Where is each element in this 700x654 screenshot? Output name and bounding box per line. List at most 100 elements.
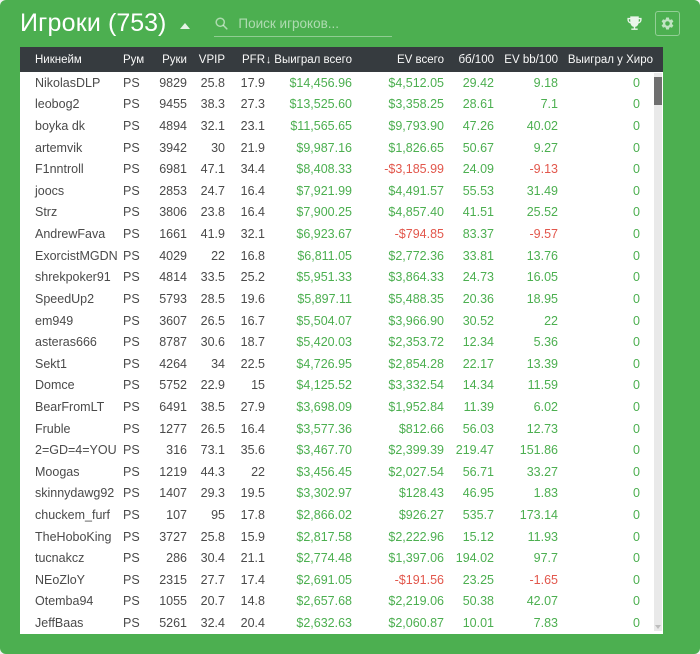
- cell-won_total: $7,900.25: [296, 205, 352, 220]
- table-row[interactable]: JeffBaas PS 5261 32.4 20.4 $2,632.63 $2,060.87…: [20, 612, 663, 634]
- scrollbar-thumb[interactable]: [654, 77, 662, 105]
- cell-vpip: 24.7: [200, 183, 225, 198]
- cell-vpip: 27.7: [200, 572, 225, 587]
- cell-hands: 9455: [159, 97, 187, 112]
- table-row[interactable]: joocs PS 2853 24.7 16.4 $7,921.99 $4,491.57 55.…: [20, 180, 663, 202]
- table-row[interactable]: BearFromLT PS 6491 38.5 27.9 $3,698.09 $1,952.…: [20, 396, 663, 418]
- cell-bb100: 47.26: [462, 119, 494, 134]
- cell-vpip: 95: [211, 507, 225, 522]
- table-row[interactable]: Otemba94 PS 1055 20.7 14.8 $2,657.68 $2,219.06…: [20, 591, 663, 613]
- cell-ev_total: $3,966.90: [388, 313, 444, 328]
- cell-ev_bb100: -1.65: [529, 572, 559, 587]
- cell-won_total: $3,577.36: [296, 421, 352, 436]
- table-row[interactable]: Fruble PS 1277 26.5 16.4 $3,577.36 $812.66 56.0…: [20, 418, 663, 440]
- table-row[interactable]: Domce PS 5752 22.9 15 $4,125.52 $3,332.54 14.34…: [20, 375, 663, 397]
- cell-won_total: $5,897.11: [297, 291, 352, 306]
- cell-nickname: asteras666: [35, 335, 97, 350]
- cell-won_total: $2,657.68: [296, 594, 352, 609]
- table-row[interactable]: chuckem_furf PS 107 95 17.8 $2,866.02 $926.27 5…: [20, 504, 663, 526]
- cell-ev_total: $128.43: [398, 486, 444, 501]
- cell-nickname: SpeedUp2: [35, 291, 95, 306]
- column-header-room[interactable]: Рум: [123, 54, 147, 66]
- cell-ev_total: $3,864.33: [388, 270, 444, 285]
- table-row[interactable]: em949 PS 3607 26.5 16.7 $5,504.07 $3,966.90 30.…: [20, 310, 663, 332]
- search-box[interactable]: [214, 16, 393, 37]
- settings-button[interactable]: [655, 11, 680, 36]
- scroll-down-icon[interactable]: [655, 625, 661, 629]
- cell-room: PS: [123, 616, 140, 631]
- column-header-label: Рум: [123, 53, 145, 66]
- cell-ev_total: $9,793.90: [388, 119, 444, 134]
- table-row[interactable]: SpeedUp2 PS 5793 28.5 19.6 $5,897.11 $5,488.35…: [20, 288, 663, 310]
- table-row[interactable]: NikolasDLP PS 9829 25.8 17.9 $14,456.96 $4,512…: [20, 72, 663, 94]
- cell-bb100: 50.67: [462, 140, 494, 155]
- table-header-row: Никнейм Рум Руки VPIP PFR ↓ Выиграл всего EV вс…: [20, 47, 663, 72]
- cell-vpip: 33.5: [200, 270, 225, 285]
- cell-bb100: 30.52: [462, 313, 494, 328]
- cell-ev_total: $2,854.28: [388, 356, 444, 371]
- vertical-scrollbar[interactable]: [654, 73, 662, 631]
- caret-up-icon[interactable]: [180, 22, 191, 29]
- cell-pfr: 22.5: [240, 356, 265, 371]
- table-row[interactable]: leobog2 PS 9455 38.3 27.3 $13,525.60 $3,358.25…: [20, 94, 663, 116]
- cell-won_vs_hero: 0: [633, 140, 640, 155]
- cell-pfr: 18.7: [240, 335, 265, 350]
- cell-bb100: 24.73: [462, 270, 494, 285]
- table-row[interactable]: 2=GD=4=YOU PS 316 73.1 35.6 $3,467.70 $2,399.3…: [20, 439, 663, 461]
- cell-hands: 6981: [159, 162, 187, 177]
- table-row[interactable]: ExorcistMGDN PS 4029 22 16.8 $6,811.05 $2,772.…: [20, 245, 663, 267]
- page-title: Игроки (753): [20, 9, 166, 38]
- column-header-vpip[interactable]: VPIP: [187, 54, 225, 66]
- search-icon: [215, 17, 228, 30]
- cell-won_total: $9,987.16: [296, 140, 352, 155]
- column-header-ev_total[interactable]: EV всего: [352, 54, 444, 66]
- cell-won_total: $4,726.95: [296, 356, 352, 371]
- table-row[interactable]: asteras666 PS 8787 30.6 18.7 $5,420.03 $2,353.…: [20, 331, 663, 353]
- search-input[interactable]: [238, 16, 381, 31]
- column-header-nickname[interactable]: Никнейм: [20, 54, 123, 66]
- cell-ev_bb100: 5.36: [533, 335, 558, 350]
- column-header-ev_bb100[interactable]: EV bb/100: [494, 54, 558, 66]
- cell-nickname: Sekt1: [35, 356, 67, 371]
- table-row[interactable]: AndrewFava PS 1661 41.9 32.1 $6,923.67 -$794.8…: [20, 223, 663, 245]
- cell-vpip: 22.9: [200, 378, 225, 393]
- cell-nickname: Strz: [35, 205, 58, 220]
- trophy-icon[interactable]: [623, 13, 645, 35]
- column-header-label: Выиграл всего: [274, 53, 352, 66]
- cell-nickname: Domce: [35, 378, 75, 393]
- cell-bb100: 33.81: [462, 248, 494, 263]
- table-row[interactable]: Moogas PS 1219 44.3 22 $3,456.45 $2,027.54 56.7…: [20, 461, 663, 483]
- cell-room: PS: [123, 421, 140, 436]
- column-header-won_total[interactable]: ↓ Выиграл всего: [265, 54, 352, 66]
- cell-vpip: 26.5: [200, 313, 225, 328]
- table-row[interactable]: tucnakcz PS 286 30.4 21.1 $2,774.48 $1,397.06 1…: [20, 547, 663, 569]
- cell-won_vs_hero: 0: [633, 464, 640, 479]
- table-row[interactable]: shrekpoker91 PS 4814 33.5 25.2 $5,951.33 $3,86…: [20, 266, 663, 288]
- column-header-won_vs_hero[interactable]: Выиграл у Хиро: [558, 54, 663, 66]
- column-header-label: Руки: [162, 53, 187, 66]
- table-row[interactable]: skinnydawg92 PS 1407 29.3 19.5 $3,302.97 $128.…: [20, 483, 663, 505]
- column-header-bb100[interactable]: бб/100: [444, 54, 494, 66]
- column-header-pfr[interactable]: PFR: [225, 54, 265, 66]
- table-row[interactable]: boyka dk PS 4894 32.1 23.1 $11,565.65 $9,793.9…: [20, 115, 663, 137]
- cell-bb100: 83.37: [462, 227, 494, 242]
- cell-won_total: $11,565.65: [290, 119, 352, 134]
- cell-vpip: 32.1: [200, 119, 225, 134]
- cell-ev_bb100: 42.07: [526, 594, 558, 609]
- cell-pfr: 19.6: [240, 291, 265, 306]
- cell-ev_bb100: 33.27: [526, 464, 558, 479]
- table-row[interactable]: TheHoboKing PS 3727 25.8 15.9 $2,817.58 $2,222…: [20, 526, 663, 548]
- table-row[interactable]: Strz PS 3806 23.8 16.4 $7,900.25 $4,857.40 41.5…: [20, 202, 663, 224]
- column-header-hands[interactable]: Руки: [147, 54, 187, 66]
- cell-ev_bb100: 11.93: [527, 529, 558, 544]
- cell-bb100: 11.39: [463, 399, 494, 414]
- table-row[interactable]: artemvik PS 3942 30 21.9 $9,987.16 $1,826.65 50…: [20, 137, 663, 159]
- cell-vpip: 30.6: [200, 335, 225, 350]
- cell-room: PS: [123, 313, 140, 328]
- table-row[interactable]: NEoZloY PS 2315 27.7 17.4 $2,691.05 -$191.56 23…: [20, 569, 663, 591]
- cell-nickname: Fruble: [35, 421, 71, 436]
- table-row[interactable]: Sekt1 PS 4264 34 22.5 $4,726.95 $2,854.28 22.17…: [20, 353, 663, 375]
- cell-won_total: $5,420.03: [296, 335, 352, 350]
- table-row[interactable]: F1nntroll PS 6981 47.1 34.4 $8,408.33 -$3,185.…: [20, 158, 663, 180]
- cell-nickname: leobog2: [35, 97, 80, 112]
